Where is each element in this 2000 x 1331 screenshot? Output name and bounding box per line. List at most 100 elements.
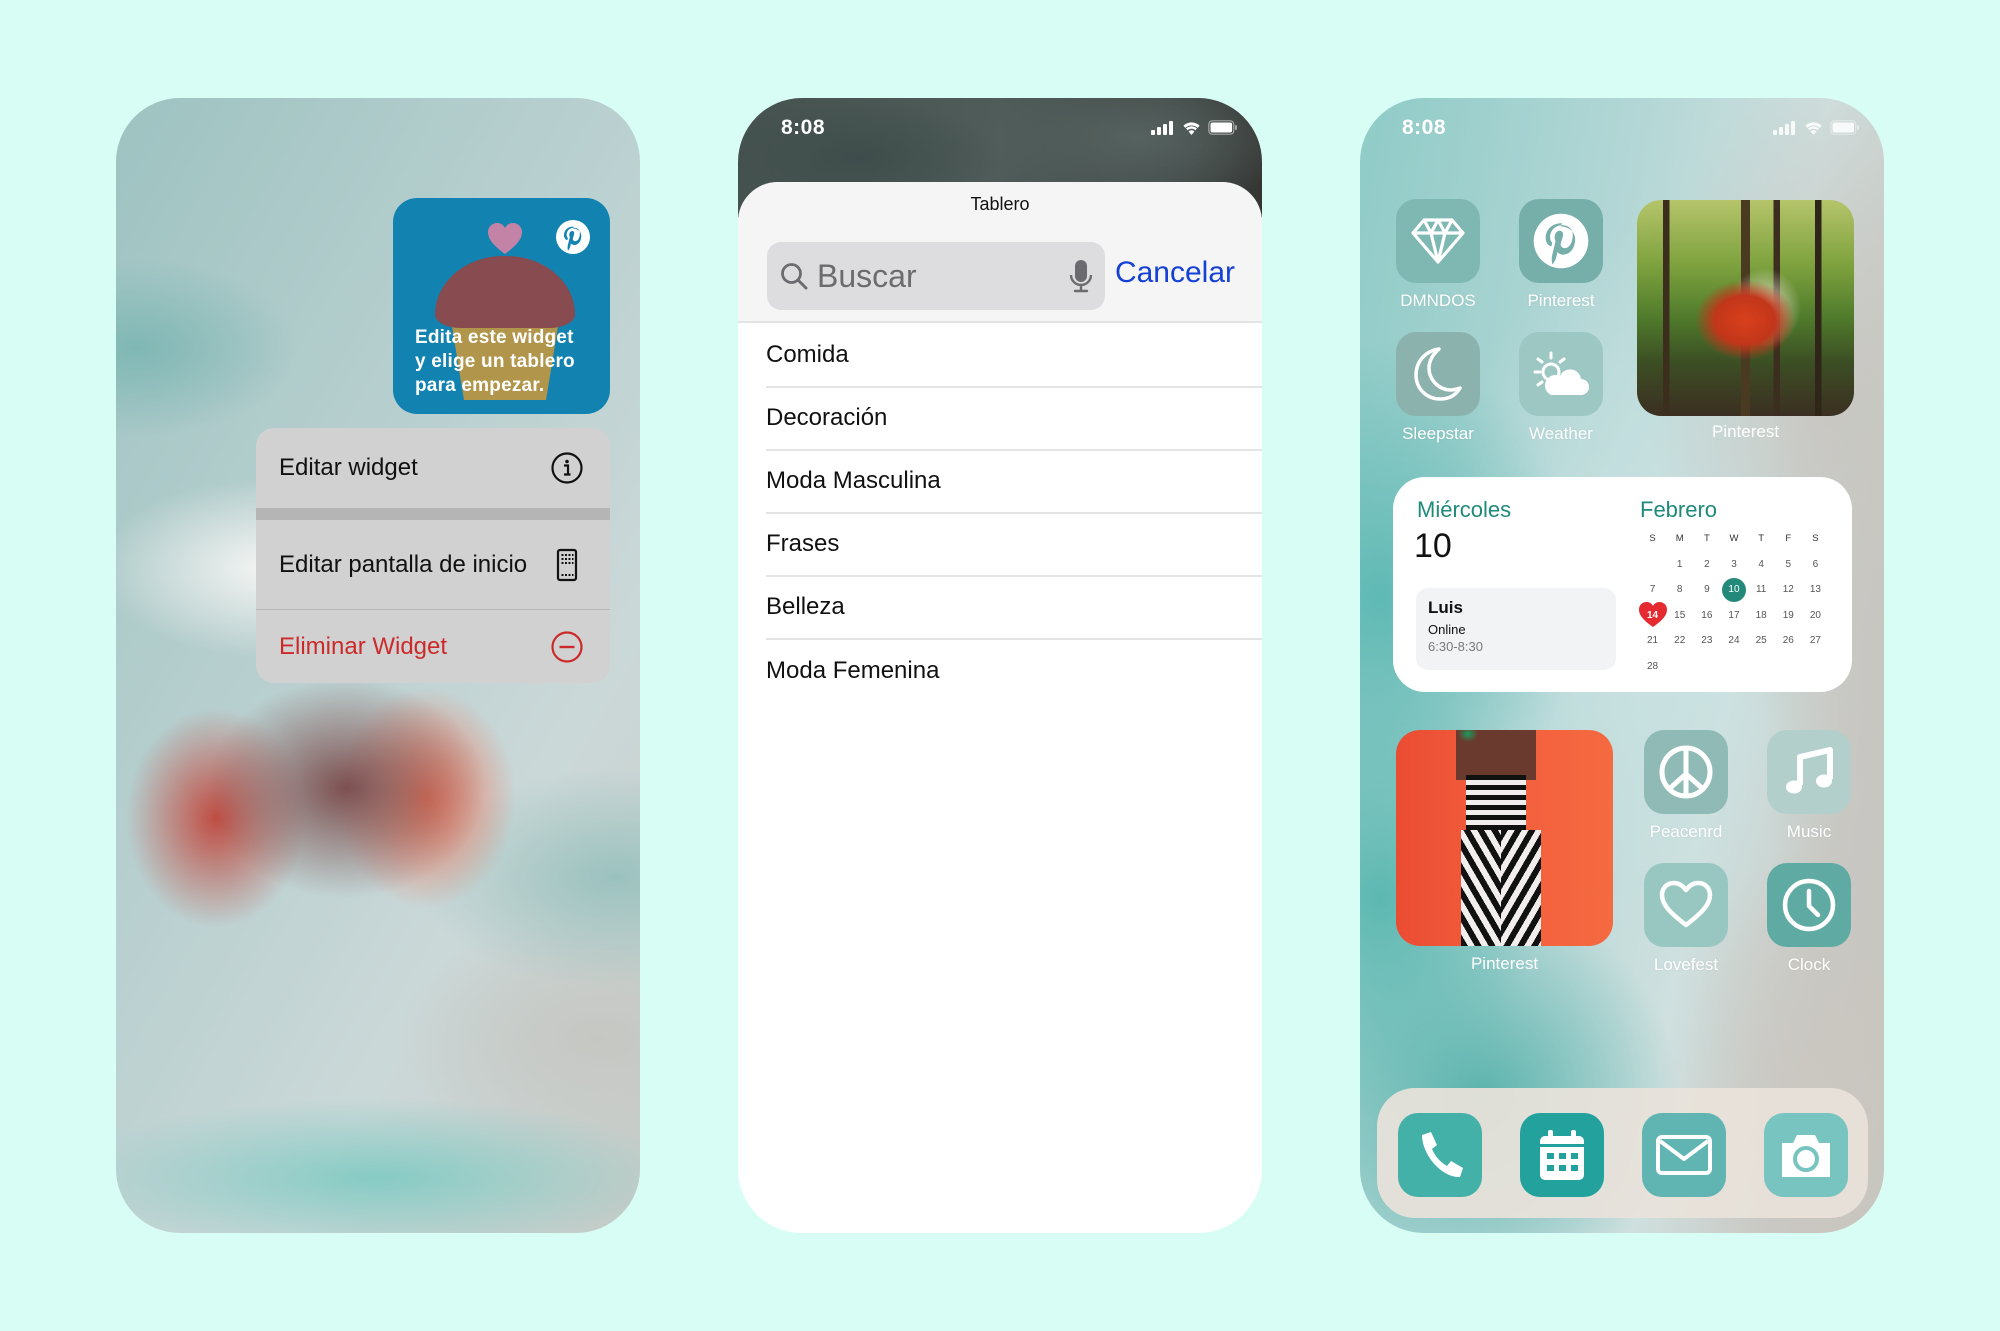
calendar-day[interactable]: 17 [1720,606,1747,625]
menu-item-delete-widget[interactable]: Eliminar Widget [256,611,610,683]
calendar-day-today[interactable]: 10 [1720,577,1747,602]
day-number: 1 [1676,558,1683,570]
app-label: DMNDOS [1400,291,1476,310]
cancel-button[interactable]: Cancelar [1115,256,1235,290]
app-lovefest[interactable]: Lovefest [1644,863,1728,975]
board-list-item[interactable]: Decoración [766,388,1262,451]
battery-icon [1208,120,1237,135]
board-list-item[interactable]: Belleza [766,577,1262,640]
phone-grid-icon [556,548,578,581]
calendar-day[interactable]: 15 [1666,606,1693,625]
calendar-event[interactable]: Luis Online 6:30-8:30 [1416,588,1616,670]
status-bar-icons [1773,120,1860,135]
calendar-day[interactable]: 2 [1693,555,1720,574]
calendar-day[interactable]: 23 [1693,631,1720,650]
calendar-blank-cell [1639,555,1666,574]
calendar-day[interactable]: 11 [1748,580,1775,599]
calendar-day[interactable]: 25 [1748,631,1775,650]
widget-instruction-text: Edita este widget y elige un tablero par… [415,326,575,398]
phone-right-home-screen: 8:08 DMNDOS Pinterest Sleepstar Weather … [1360,98,1884,1233]
app-peacenrd[interactable]: Peacenrd [1644,730,1728,842]
pinterest-logo-icon [1533,213,1589,269]
pinterest-photo-widget-armchair[interactable] [1637,200,1854,416]
microphone-icon[interactable] [1069,259,1093,293]
app-sleepstar[interactable]: Sleepstar [1396,332,1480,444]
calendar-day[interactable]: 12 [1775,580,1802,599]
pinterest-logo-icon [556,220,590,254]
phone-middle-board-picker: 8:08 Tablero Buscar Cancelar Comida Deco… [738,98,1262,1233]
menu-item-edit-widget[interactable]: Editar widget [256,428,610,508]
board-list-item[interactable]: Moda Masculina [766,451,1262,514]
calendar-day[interactable]: 3 [1720,555,1747,574]
app-label: Weather [1529,424,1593,443]
camera-icon [1782,1135,1830,1177]
pinterest-photo-widget-dress[interactable] [1396,730,1613,946]
calendar-day[interactable]: 16 [1693,606,1720,625]
board-picker-sheet: Tablero Buscar Cancelar Comida Decoració… [738,182,1262,1233]
day-number: 25 [1755,635,1767,646]
calendar-widget[interactable]: Miércoles 10 Luis Online 6:30-8:30 Febre… [1393,477,1852,692]
app-dmndos[interactable]: DMNDOS [1396,199,1480,311]
calendar-weekday: Miércoles [1417,497,1512,522]
pinterest-widget[interactable]: Edita este widget y elige un tablero par… [393,198,610,414]
day-number: 7 [1649,584,1656,595]
board-list-item[interactable]: Frases [766,514,1262,577]
day-number: 8 [1676,584,1683,595]
calendar-day[interactable]: 18 [1748,606,1775,625]
dock-camera-app[interactable] [1764,1113,1848,1197]
app-label: Clock [1787,955,1831,974]
sheet-header: Tablero Buscar Cancelar [738,182,1262,323]
dock-phone-app[interactable] [1398,1113,1482,1197]
day-number: 22 [1674,635,1686,646]
calendar-day[interactable]: 28 [1639,657,1666,676]
day-number: 16 [1701,609,1713,621]
minus-circle-icon [551,631,583,663]
day-number: 24 [1728,635,1740,646]
dock-calendar-app[interactable] [1520,1113,1604,1197]
board-search-input[interactable]: Buscar [767,242,1105,310]
calendar-day[interactable]: 6 [1802,555,1829,574]
peace-sign-icon [1659,745,1713,799]
calendar-day[interactable]: 5 [1775,555,1802,574]
calendar-day[interactable]: 22 [1666,631,1693,650]
calendar-day[interactable]: 1 [1666,555,1693,574]
calendar-day[interactable]: 19 [1775,606,1802,625]
day-number: 27 [1809,635,1821,646]
calendar-day[interactable]: 20 [1802,606,1829,625]
dock-mail-app[interactable] [1642,1113,1726,1197]
calendar-weekday-header: M [1675,533,1684,544]
battery-icon [1830,120,1859,135]
calendar-day-number: 10 [1414,527,1452,565]
board-list-item[interactable]: Comida [766,325,1262,388]
calendar-day[interactable]: 24 [1720,631,1747,650]
app-pinterest[interactable]: Pinterest [1519,199,1603,311]
calendar-month: Febrero [1640,497,1718,522]
app-music[interactable]: Music [1767,730,1851,842]
phone-icon [1422,1132,1463,1178]
app-icon-tile [1644,863,1728,947]
day-number: 21 [1647,635,1659,646]
photo-widget-label: Pinterest [1711,422,1780,441]
app-weather[interactable]: Weather [1519,332,1603,444]
board-list-item[interactable]: Moda Femenina [766,640,1262,703]
calendar-day[interactable]: 27 [1802,631,1829,650]
day-number: 4 [1758,558,1764,570]
music-note-icon [1786,747,1833,794]
app-clock[interactable]: Clock [1767,863,1851,975]
heart-icon [1659,880,1713,928]
calendar-day[interactable]: 26 [1775,631,1802,650]
calendar-day[interactable]: 9 [1693,580,1720,599]
calendar-day[interactable]: 7 [1639,580,1666,599]
today-day-number: 10 [1721,577,1746,602]
phone-left-widget-context-menu: Edita este widget y elige un tablero par… [116,98,640,1233]
menu-item-edit-home-screen[interactable]: Editar pantalla de inicio [256,520,610,610]
menu-group-separator [256,508,610,520]
calendar-day[interactable]: 4 [1748,555,1775,574]
calendar-weekday-header: T [1703,533,1710,544]
day-number: 6 [1812,558,1819,570]
search-placeholder: Buscar [817,257,917,294]
calendar-day[interactable]: 8 [1666,580,1693,599]
calendar-day[interactable]: 21 [1639,631,1666,650]
calendar-day-heart[interactable]: 14 [1638,602,1667,627]
calendar-day[interactable]: 13 [1802,580,1829,599]
